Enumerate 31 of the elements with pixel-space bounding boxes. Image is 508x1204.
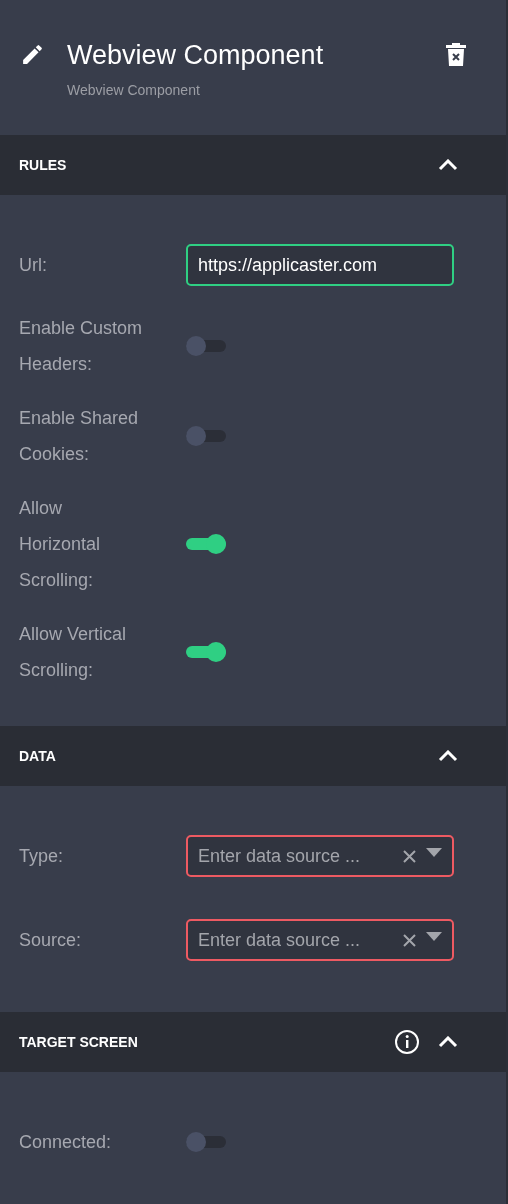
chevron-up-icon[interactable] [438, 1036, 458, 1048]
section-header[interactable]: TARGET SCREEN [0, 1012, 506, 1072]
chevron-up-icon[interactable] [438, 159, 458, 171]
section-header[interactable]: RULES [0, 135, 506, 195]
field-label: Type: [19, 845, 65, 868]
url-field[interactable]: https://applicaster.com [186, 244, 454, 286]
toggle-switch[interactable] [186, 1132, 226, 1152]
info-icon[interactable] [394, 1029, 420, 1055]
data-source-select[interactable]: Enter data source ... [186, 919, 454, 961]
component-subtitle: Webview Component [67, 82, 200, 98]
clear-icon[interactable] [403, 933, 416, 947]
toggle-switch[interactable] [186, 426, 226, 446]
field-label: Source: [19, 929, 83, 952]
field-label: Enable Shared Cookies: [19, 407, 140, 466]
toggle-switch[interactable] [186, 642, 226, 662]
field-label: Allow Vertical Scrolling: [19, 623, 128, 682]
toggle-switch[interactable] [186, 336, 226, 356]
field-label: Connected: [19, 1131, 113, 1154]
trash-icon[interactable] [446, 42, 466, 66]
field-label: Url: [19, 254, 48, 277]
clear-icon[interactable] [403, 849, 416, 863]
caret-icon[interactable] [426, 931, 442, 941]
chevron-up-icon[interactable] [438, 750, 458, 762]
data-source-select[interactable]: Enter data source ... [186, 835, 454, 877]
toggle-switch[interactable] [186, 534, 226, 554]
field-label: Enable Custom Headers: [19, 317, 144, 376]
field-label: Allow Horizontal Scrolling: [19, 497, 102, 592]
section-header[interactable]: DATA [0, 726, 506, 786]
pencil-icon[interactable] [20, 42, 45, 67]
component-title: Webview Component [67, 40, 324, 70]
caret-icon[interactable] [426, 847, 442, 857]
